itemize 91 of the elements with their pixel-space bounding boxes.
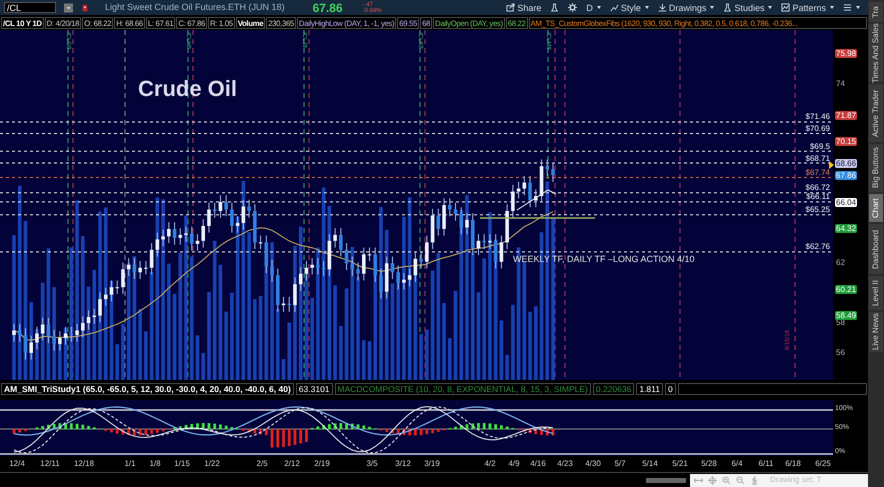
crosshair-icon[interactable] [708,476,717,484]
flask-button[interactable] [550,3,560,12]
price-level-label: $69.5 [808,142,830,151]
date-label: 2/5 [256,458,268,470]
date-label: 3/12 [395,458,411,470]
aggregation-button[interactable]: D [586,2,601,12]
price-tick: 62 [836,259,845,268]
date-label: 4/16 [530,458,546,470]
caret-icon [830,6,834,9]
study-label: 63.3101 [296,383,333,395]
date-label: 1/15 [174,458,190,470]
share-icon [506,3,516,12]
date-label: 3/5 [366,458,378,470]
scrollbar-thumb[interactable] [646,478,686,482]
chart-title: Crude Oil [138,75,238,103]
price-tick: 56 [836,348,845,357]
caret-icon [856,6,860,9]
style-button[interactable]: Style [610,2,649,12]
chart-annotation: WEEKLY TF, DAILY TF –LONG ACTION 4/10 [513,253,695,266]
menu-icon [843,3,852,12]
share-button[interactable]: Share [506,2,542,12]
side-tab[interactable]: Active Trader [869,84,883,142]
drawings-button[interactable]: Drawings [658,2,714,12]
studies-button[interactable]: Studies [723,2,772,12]
side-tab[interactable]: Chart [869,194,883,222]
side-tab[interactable]: Big Buttons [869,144,883,192]
instrument-description: Light Sweet Crude Oil Futures.ETH (JUN 18) [105,0,285,14]
settings-button[interactable] [568,3,578,12]
date-label: 4/30 [585,458,601,470]
date-label: 6/4 [731,458,743,470]
zoom-in-icon[interactable] [722,476,731,484]
caret-icon [596,6,601,9]
side-tab[interactable]: Times And Sales [869,24,883,82]
date-label: 1/1 [124,458,136,470]
price-level-label: $66.11 [805,193,830,202]
price-tick: 74 [836,80,845,88]
date-label: 5/14 [642,458,658,470]
price-level-label: $70.69 [804,124,830,133]
tag-icon[interactable] [81,2,89,12]
date-label: 12/18 [74,458,94,470]
zoom-out-icon[interactable] [736,476,745,484]
side-tab[interactable]: Tra [869,2,883,22]
price-marker-icon [829,161,834,170]
date-label: 12/11 [40,458,60,470]
date-label: 6/18 [785,458,801,470]
date-label: 5/28 [701,458,717,470]
study-label: 1.811 [636,383,663,395]
side-tab[interactable]: Live News [869,312,883,352]
date-label: 4/23 [557,458,573,470]
settings-icon [568,3,578,12]
price-level-label: $62.76 [804,243,830,252]
download-arrow-icon [658,3,667,12]
dollar-icon[interactable] [750,476,759,484]
date-label: 3/19 [424,458,440,470]
price-level-label: $71.46 [804,113,830,122]
date-label: 5/21 [672,458,688,470]
study-label: 0 [664,383,676,395]
side-tab[interactable]: Level II [869,276,883,310]
side-tab[interactable]: Dashboard [869,224,883,274]
flask-icon [723,3,732,12]
chart-pattern-icon [781,3,790,12]
study-label: 0.220636 [592,383,634,395]
date-label: 2/12 [284,458,300,470]
price-badge: 75.98 [835,49,858,58]
price-badge: 60.21 [835,285,858,294]
date-label: 4/9 [508,458,520,470]
date-label: 4/2 [484,458,496,470]
price-level-label: $67.74 [804,169,830,178]
pan-arrows-icon[interactable] [694,476,703,484]
date-label: 6/25 [815,458,831,470]
date-label: 12/4 [9,458,25,470]
dropdown-icon[interactable] [64,2,73,12]
study-label: AM_SMI_TriStudy1 (65.0, -65.0, 5, 12, 30.0, -30.0, 4, 20, 40.0, -40.0, 6, 40) [1,383,294,395]
patterns-button[interactable]: Patterns [781,2,834,12]
date-label: 6/11 [758,458,774,470]
caret-icon [710,6,714,9]
caret-icon [768,6,772,9]
price-level-label: $65.25 [804,206,830,214]
line-chart-icon [610,3,619,12]
symbol-field[interactable]: /CL [4,2,56,13]
study-label: MACDCOMPOSITE (10, 20, 8, EXPONENTIAL, 8, 15, 3, SIMPLE) [334,383,591,395]
date-label: 1/22 [204,458,220,470]
menu-button[interactable] [843,3,860,12]
price-level-label: $68.71 [804,154,830,163]
date-label: 2/19 [314,458,330,470]
date-label: 5/7 [614,458,626,470]
last-price: 67.86 [312,0,343,16]
caret-icon [644,6,649,9]
price-level-label: $66.72 [804,184,830,192]
flask-icon [550,3,560,12]
date-label: 1/8 [149,458,161,470]
